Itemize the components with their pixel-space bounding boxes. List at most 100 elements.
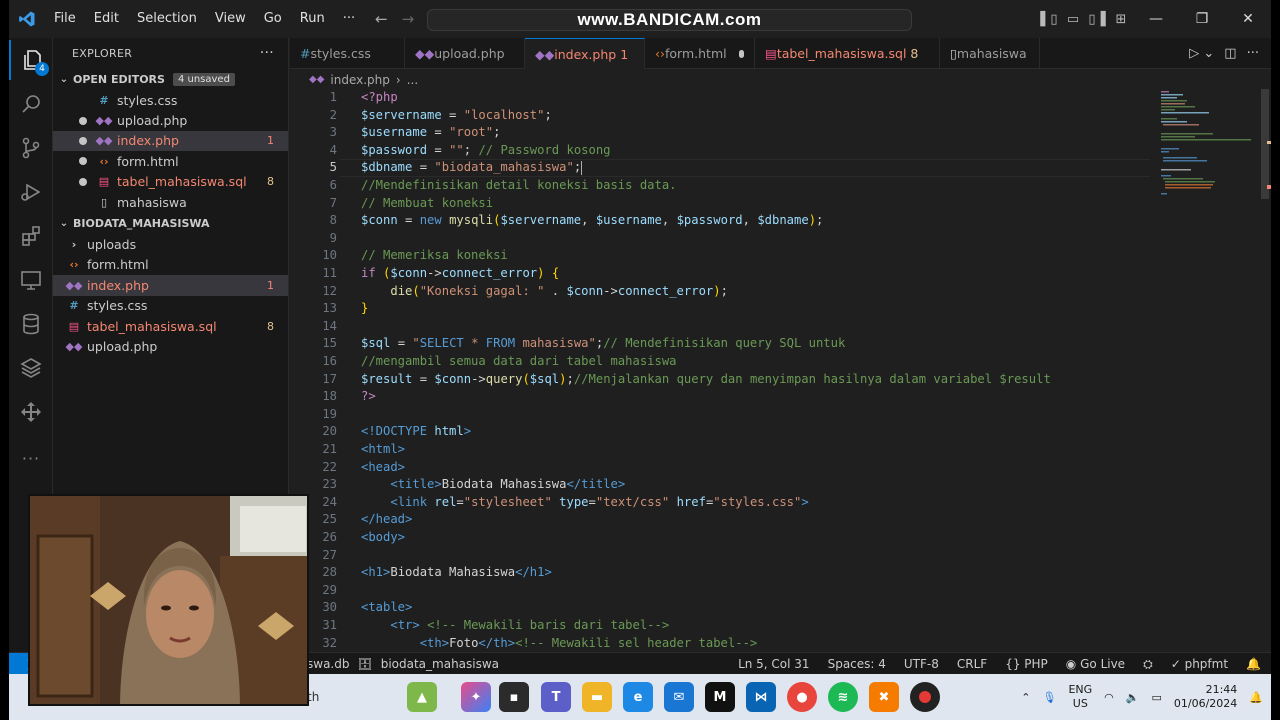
open-editor-item[interactable]: ◆◆ upload.php [53,110,288,130]
volume-icon[interactable]: 🔈 [1126,691,1140,704]
encoding[interactable]: UTF-8 [904,657,939,671]
explorer-more-icon[interactable]: ··· [260,45,274,61]
folder-section[interactable]: ⌄ BIODATA_MAHASISWA [53,212,288,234]
tab-upload-php[interactable]: ◆◆ upload.php [405,38,525,69]
notification-bell-icon[interactable]: 🔔 [1249,691,1263,704]
run-debug-icon[interactable] [9,172,53,212]
customize-layout-icon[interactable]: ⊞ [1109,11,1133,27]
minimap[interactable] [1159,89,1255,209]
chrome-app-icon[interactable]: ● [787,682,817,712]
menu-item-run[interactable]: Run [291,0,334,38]
database-icon[interactable] [9,304,53,344]
m-app-icon[interactable]: M [705,682,735,712]
notifications-icon[interactable]: 🔔 [1246,657,1261,671]
unsaved-dot-icon [79,116,87,125]
tab-tabel-mahasiswa-sql[interactable]: ▤ tabel_mahasiswa.sql 8 [755,38,940,69]
git-graph-icon[interactable] [9,392,53,432]
menu-item-selection[interactable]: Selection [128,0,206,38]
terminal-app-icon[interactable]: ▪ [499,682,529,712]
minimize-icon[interactable]: — [1133,0,1179,38]
toggle-secondary-sidebar-icon[interactable]: ▯▐ [1085,11,1109,27]
menu-item-edit[interactable]: Edit [85,0,128,38]
menu-item-go[interactable]: Go [255,0,291,38]
run-icon[interactable]: ▷ ⌄ [1189,46,1214,61]
code-token: } [361,301,369,316]
toggle-primary-sidebar-icon[interactable]: ▌▯ [1037,11,1061,27]
wifi-icon[interactable]: ◠ [1104,691,1114,704]
teams-app-icon[interactable]: T [541,682,571,712]
vscode-app-icon[interactable]: ⋈ [746,682,776,712]
search-icon[interactable] [9,84,53,124]
broadcast-icon: ◉ [1065,657,1077,671]
spotify-app-icon[interactable]: ≋ [828,682,858,712]
edge-app-icon[interactable]: e [623,682,653,712]
copilot-icon[interactable]: ⛭ [1143,657,1153,672]
problem-count: 8 [267,319,274,333]
language-mode[interactable]: {} PHP [1005,657,1048,671]
file-explorer-app-icon[interactable]: ▬ [582,682,612,712]
remote-explorer-icon[interactable] [9,260,53,300]
cursor-position[interactable]: Ln 5, Col 31 [738,657,810,671]
open-editor-item[interactable]: ◆◆ index.php 1 [53,130,288,152]
editor-scrollbar[interactable] [1259,89,1271,649]
vscode-logo-icon[interactable] [9,0,45,38]
open-editor-item[interactable]: ‹› form.html [53,151,288,171]
folder-item[interactable]: ◆◆ upload.php [53,336,288,356]
forward-arrow-icon[interactable]: → [402,10,415,28]
folder-item[interactable]: # styles.css [53,296,288,316]
layers-icon[interactable] [9,348,53,388]
menu-item-view[interactable]: View [206,0,255,38]
breadcrumb-file[interactable]: index.php [330,73,389,87]
line-number: 21 [322,442,337,456]
schema-status[interactable]: biodata_mahasiswa [381,657,499,671]
clock[interactable]: 21:44 01/06/2024 [1174,683,1237,711]
back-arrow-icon[interactable]: ← [375,10,388,28]
tab-form-html[interactable]: ‹› form.html [645,38,755,69]
code-text: <table> [361,599,412,617]
tray-chevron-up-icon[interactable]: ⌃ [1021,691,1030,704]
more-icon[interactable]: ··· [9,438,53,478]
mail-app-icon[interactable]: ✉ [664,682,694,712]
close-icon[interactable]: ✕ [1225,0,1271,38]
line-ending[interactable]: CRLF [957,657,987,671]
line-number: 22 [322,459,337,474]
command-center[interactable]: www.BANDICAM.com [427,9,912,31]
more-actions-icon[interactable]: ··· [1247,46,1259,61]
open-editors-section[interactable]: ⌄ OPEN EDITORS 4 unsaved [53,68,288,90]
breadcrumb-rest[interactable]: ... [407,73,418,87]
open-editor-item[interactable]: # styles.css [53,90,288,110]
open-editor-item[interactable]: ▤ tabel_mahasiswa.sql 8 [53,172,288,192]
folder-item[interactable]: ▤ tabel_mahasiswa.sql 8 [53,316,288,336]
open-editor-item[interactable]: ▯ mahasiswa [53,192,288,212]
language-indicator[interactable]: ENG US [1068,683,1092,711]
tab-styles-css[interactable]: # styles.css [290,38,405,69]
line-number: 11 [322,266,337,280]
folder-item[interactable]: › uploads [53,234,288,254]
tab-index-php[interactable]: ◆◆ index.php 1 [525,38,645,69]
folder-item[interactable]: ◆◆ index.php 1 [53,275,288,296]
split-editor-icon[interactable]: ◫ [1224,46,1236,61]
taskbar-search[interactable]: th [299,682,399,712]
menu-item-file[interactable]: File [45,0,85,38]
battery-icon[interactable]: ▭ [1151,691,1161,704]
unsaved-dot-icon[interactable] [738,49,744,58]
game-app-icon[interactable]: ▲ [407,682,437,712]
restore-icon[interactable]: ❐ [1179,0,1225,38]
tab-mahasiswa[interactable]: ▯ mahasiswa [940,38,1040,69]
braces-icon: {} [1005,657,1021,671]
extensions-icon[interactable] [9,216,53,256]
indentation[interactable]: Spaces: 4 [828,657,886,671]
phpfmt-button[interactable]: ✓ phpfmt [1171,657,1228,671]
explorer-icon[interactable]: 4 [9,40,53,80]
menu-item-more[interactable]: ··· [334,0,364,38]
xampp-app-icon[interactable]: ✖ [869,682,899,712]
bandicam-app-icon[interactable] [910,682,940,712]
database-status[interactable]: swa.db [307,657,349,671]
copilot-app-icon[interactable]: ✦ [461,682,491,712]
folder-item[interactable]: ‹› form.html [53,255,288,275]
go-live-button[interactable]: ◉ Go Live [1066,657,1125,671]
source-control-icon[interactable] [9,128,53,168]
code-editor[interactable]: 1 <?php 2 $servername = "localhost"; 3 $usern… [290,89,1150,649]
toggle-panel-icon[interactable]: ▭ [1061,11,1085,27]
microphone-icon[interactable]: 🎙 [1043,691,1057,704]
